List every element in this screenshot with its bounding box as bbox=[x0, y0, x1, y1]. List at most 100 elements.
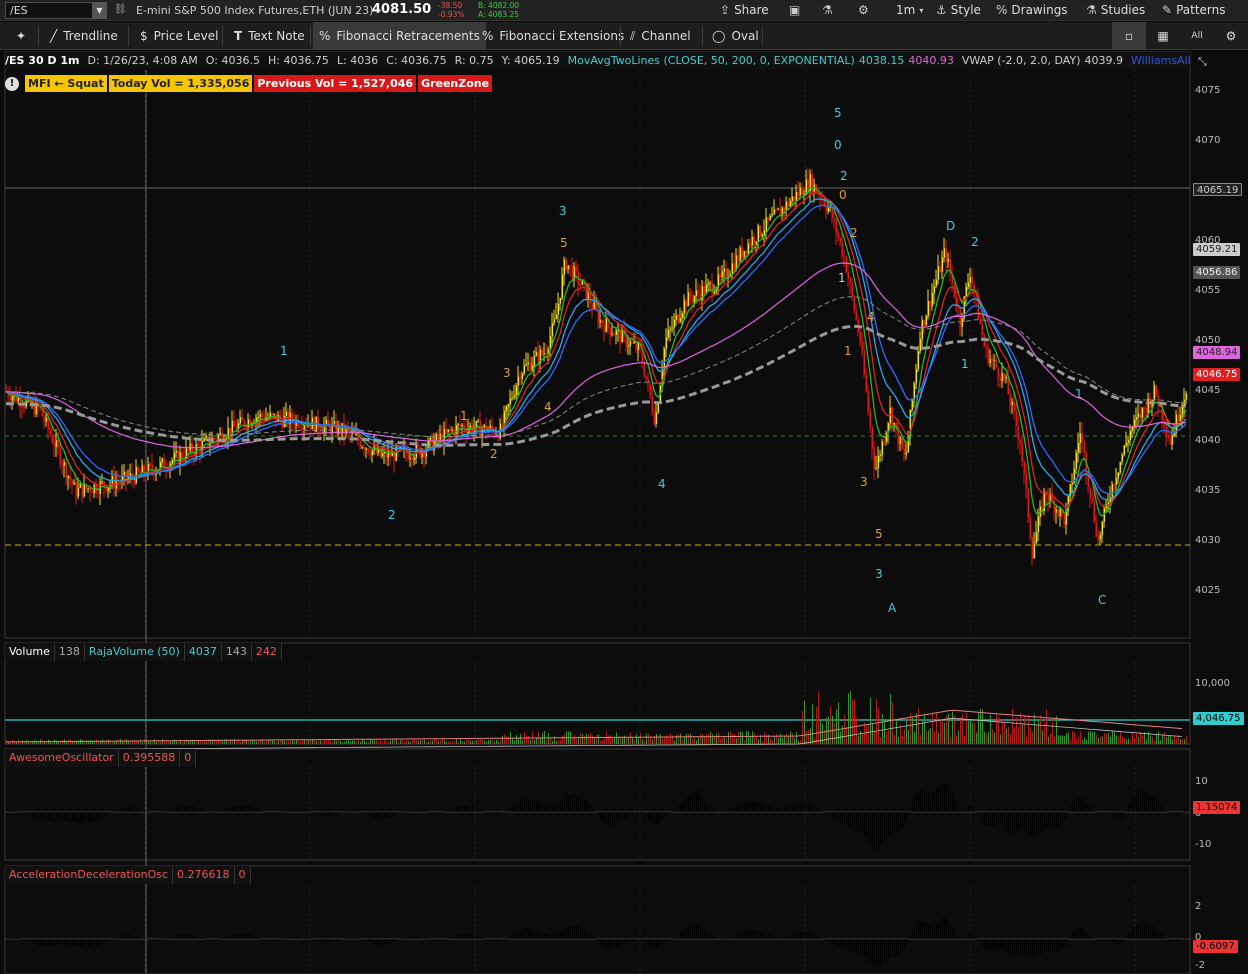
ao-bar bbox=[544, 803, 545, 812]
ac-bar bbox=[192, 934, 193, 939]
volume-bar bbox=[590, 732, 591, 744]
ac-bar bbox=[126, 934, 127, 939]
ac-bar bbox=[74, 939, 75, 946]
collapse-icon[interactable]: ⤡ bbox=[1198, 55, 1207, 69]
ac-bar bbox=[1084, 931, 1085, 939]
volume-bar bbox=[982, 709, 983, 744]
ac-bar bbox=[364, 939, 365, 941]
volume-bar bbox=[356, 740, 357, 744]
candle-body bbox=[1057, 509, 1060, 516]
ao-bar bbox=[848, 812, 849, 828]
ac-bar bbox=[1080, 927, 1081, 939]
volume-bar bbox=[458, 741, 459, 744]
candle-body bbox=[139, 471, 142, 474]
price-chart-canvas[interactable] bbox=[0, 0, 1248, 974]
ac-bar bbox=[198, 936, 199, 939]
ao-bar bbox=[340, 812, 341, 814]
volume-bar bbox=[1032, 731, 1033, 744]
ao-bar bbox=[986, 812, 987, 827]
volume-bar bbox=[114, 741, 115, 744]
ao-bar bbox=[212, 811, 213, 813]
ao-bar bbox=[74, 812, 75, 823]
ac-bar bbox=[652, 939, 653, 949]
volume-bar bbox=[1030, 727, 1031, 744]
candle-body bbox=[847, 272, 850, 279]
ac-bar bbox=[952, 927, 953, 939]
alert-icon[interactable]: ! bbox=[5, 76, 19, 91]
ac-bar bbox=[582, 928, 583, 939]
ac-bar bbox=[356, 937, 357, 939]
candle-body bbox=[515, 385, 518, 396]
candle-body bbox=[955, 296, 958, 308]
ao-bar bbox=[1108, 812, 1109, 814]
ac-bar bbox=[1116, 939, 1117, 945]
volume-bar bbox=[138, 741, 139, 744]
ac-bar bbox=[310, 939, 311, 940]
ao-bar bbox=[788, 806, 789, 812]
ac-bar bbox=[898, 939, 899, 954]
ac-bar bbox=[974, 936, 975, 939]
volume-title[interactable]: Volume bbox=[5, 643, 55, 661]
ac-title[interactable]: AccelerationDecelerationOsc bbox=[5, 866, 174, 884]
volume-bar bbox=[342, 741, 343, 744]
ac-bar bbox=[550, 934, 551, 939]
price-axis-tick: 4055 bbox=[1195, 285, 1221, 296]
volume-bar bbox=[250, 741, 251, 744]
ac-bar bbox=[818, 935, 819, 939]
volume-bar bbox=[500, 740, 501, 744]
ao-bar bbox=[684, 799, 685, 812]
volume-bar bbox=[340, 740, 341, 744]
ao-bar bbox=[632, 812, 633, 816]
ao-bar bbox=[1048, 812, 1049, 830]
ao-title[interactable]: AwesomeOscillator bbox=[5, 749, 119, 767]
ao-bar bbox=[1126, 809, 1127, 812]
volume-bar bbox=[412, 740, 413, 744]
ac-bar bbox=[500, 939, 501, 943]
ac-bar bbox=[834, 939, 835, 946]
candle-body bbox=[299, 427, 302, 429]
volume-bar bbox=[362, 739, 363, 744]
candle-body bbox=[1003, 373, 1006, 379]
ao-bar bbox=[836, 812, 837, 821]
volume-bar bbox=[514, 740, 515, 744]
ao-bar bbox=[338, 812, 339, 814]
candle-body bbox=[39, 408, 42, 410]
volume-bar bbox=[258, 740, 259, 744]
vwap-study-name[interactable]: VWAP (-2.0, 2.0, DAY) bbox=[962, 54, 1081, 67]
raja-volume-name[interactable]: RajaVolume (50) bbox=[85, 643, 185, 661]
ac-bar bbox=[180, 934, 181, 939]
price-axis-tick: 4045 bbox=[1195, 385, 1221, 396]
candle-body bbox=[739, 247, 742, 261]
ac-bar bbox=[732, 936, 733, 939]
candle-body bbox=[629, 341, 632, 346]
alligator-study-name[interactable]: WilliamsAlligator (HL2,... bbox=[1131, 54, 1190, 67]
volume-bar bbox=[366, 741, 367, 744]
candle-body bbox=[239, 417, 242, 424]
ao-bar bbox=[10, 811, 11, 812]
ac-bar bbox=[780, 936, 781, 939]
candle-body bbox=[1089, 487, 1092, 499]
volume-bar bbox=[174, 739, 175, 744]
volume-bar bbox=[862, 733, 863, 744]
volume-bar bbox=[634, 739, 635, 744]
ao-bar bbox=[384, 812, 385, 819]
candle-body bbox=[1009, 394, 1012, 405]
ao-bar bbox=[594, 809, 595, 812]
ac-bar bbox=[1078, 928, 1079, 939]
volume-bar bbox=[1074, 732, 1075, 744]
ao-bar bbox=[148, 811, 149, 813]
ma-study-name[interactable]: MovAvgTwoLines (CLOSE, 50, 200, 0, EXPON… bbox=[568, 54, 855, 67]
volume-bar bbox=[1128, 738, 1129, 744]
ac-bar bbox=[1180, 939, 1181, 941]
ac-bar bbox=[1054, 939, 1055, 952]
volume-bar bbox=[936, 712, 937, 744]
ac-bar bbox=[812, 932, 813, 939]
volume-bar bbox=[126, 739, 127, 744]
chart-title[interactable]: /ES 30 D 1m bbox=[5, 54, 80, 67]
ac-bar bbox=[564, 927, 565, 939]
ac-bar bbox=[668, 939, 669, 941]
ao-bar bbox=[396, 812, 397, 815]
ac-bar bbox=[10, 937, 11, 939]
ao-bar bbox=[950, 791, 951, 812]
ao-bar bbox=[546, 804, 547, 812]
